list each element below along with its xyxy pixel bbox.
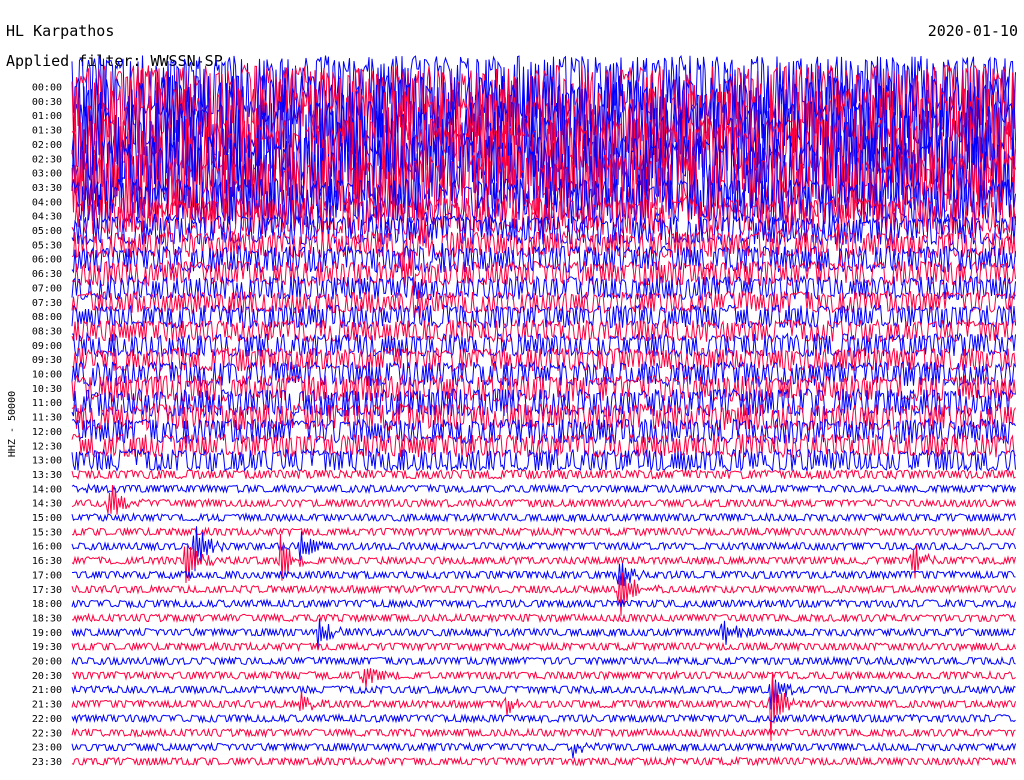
date-label: 2020-01-10 — [928, 22, 1018, 40]
time-tick-label: 05:00 — [32, 226, 62, 237]
time-tick-label: 04:30 — [32, 212, 62, 223]
time-tick-label: 23:00 — [32, 743, 62, 754]
time-tick-label: 18:30 — [32, 613, 62, 624]
time-tick-label: 05:30 — [32, 240, 62, 251]
time-tick-label: 21:30 — [32, 700, 62, 711]
time-tick-label: 08:00 — [32, 312, 62, 323]
seismic-trace-line — [71, 675, 1016, 710]
time-tick-label: 11:30 — [32, 413, 62, 424]
seismic-trace-line — [72, 563, 1016, 586]
time-tick-label: 20:30 — [32, 671, 62, 682]
filter-label: Applied filter: WWSSN-SP — [6, 52, 223, 70]
seismic-trace-line — [71, 598, 1016, 610]
time-tick-label: 12:30 — [32, 441, 62, 452]
time-tick-label: 06:30 — [32, 269, 62, 280]
seismic-trace-line — [71, 741, 1016, 759]
time-tick-labels: 00:00 00:30 01:00 01:30 02:00 02:30 03:00 03:30… — [32, 83, 62, 768]
time-tick-label: 15:00 — [32, 513, 62, 524]
seismic-trace-line — [71, 727, 1016, 739]
time-tick-label: 20:00 — [32, 657, 62, 668]
time-tick-label: 02:30 — [32, 154, 62, 165]
seismic-trace-line — [71, 755, 1016, 767]
time-tick-label: 03:30 — [32, 183, 62, 194]
time-tick-label: 16:30 — [32, 556, 62, 567]
time-tick-label: 12:00 — [32, 427, 62, 438]
time-tick-label: 22:00 — [32, 714, 62, 725]
time-tick-label: 02:00 — [32, 140, 62, 151]
time-tick-label: 07:00 — [32, 283, 62, 294]
time-tick-label: 13:00 — [32, 456, 62, 467]
seismic-trace-line — [71, 482, 1016, 495]
seismic-trace-line — [71, 612, 1016, 624]
channel-label: HHZ - 50000 — [7, 391, 18, 457]
seismic-trace-line — [71, 641, 1016, 653]
time-tick-label: 13:30 — [32, 470, 62, 481]
time-tick-label: 01:00 — [32, 111, 62, 122]
time-tick-label: 19:00 — [32, 628, 62, 639]
helicorder-chart: HL Karpathos 2020-01-10 Applied filter: … — [6, 22, 1018, 768]
time-tick-label: 01:30 — [32, 126, 62, 137]
time-tick-label: 06:00 — [32, 255, 62, 266]
time-tick-label: 09:00 — [32, 341, 62, 352]
time-tick-label: 17:00 — [32, 570, 62, 581]
time-tick-label: 17:30 — [32, 585, 62, 596]
time-tick-label: 08:30 — [32, 326, 62, 337]
time-tick-label: 10:30 — [32, 384, 62, 395]
time-tick-label: 14:00 — [32, 484, 62, 495]
station-title: HL Karpathos — [6, 22, 114, 40]
time-tick-label: 14:30 — [32, 499, 62, 510]
time-tick-label: 07:30 — [32, 298, 62, 309]
seismic-trace-line — [71, 484, 1016, 515]
seismic-trace-line — [71, 511, 1016, 523]
seismic-trace-line — [71, 526, 1016, 538]
seismic-trace-line — [71, 618, 1016, 649]
seismic-trace-line — [71, 572, 1016, 616]
time-tick-label: 16:00 — [32, 542, 62, 553]
time-tick-label: 15:30 — [32, 527, 62, 538]
time-tick-label: 10:00 — [32, 370, 62, 381]
time-tick-label: 09:30 — [32, 355, 62, 366]
seismic-trace-line — [71, 432, 1016, 459]
time-tick-label: 00:30 — [32, 97, 62, 108]
trace-group — [71, 55, 1016, 767]
time-tick-label: 23:30 — [32, 757, 62, 768]
time-tick-label: 04:00 — [32, 197, 62, 208]
seismic-trace-line — [71, 655, 1016, 667]
seismic-trace-line — [71, 468, 1016, 480]
time-tick-label: 18:00 — [32, 599, 62, 610]
seismic-trace-line — [71, 668, 1016, 689]
time-tick-label: 22:30 — [32, 728, 62, 739]
time-tick-label: 21:00 — [32, 685, 62, 696]
time-tick-label: 19:30 — [32, 642, 62, 653]
time-tick-label: 11:00 — [32, 398, 62, 409]
time-tick-label: 03:00 — [32, 169, 62, 180]
seismic-trace-line — [71, 274, 1016, 302]
seismic-trace-line — [71, 712, 1016, 724]
seismic-trace-line — [71, 318, 1016, 343]
time-tick-label: 00:00 — [32, 83, 62, 94]
